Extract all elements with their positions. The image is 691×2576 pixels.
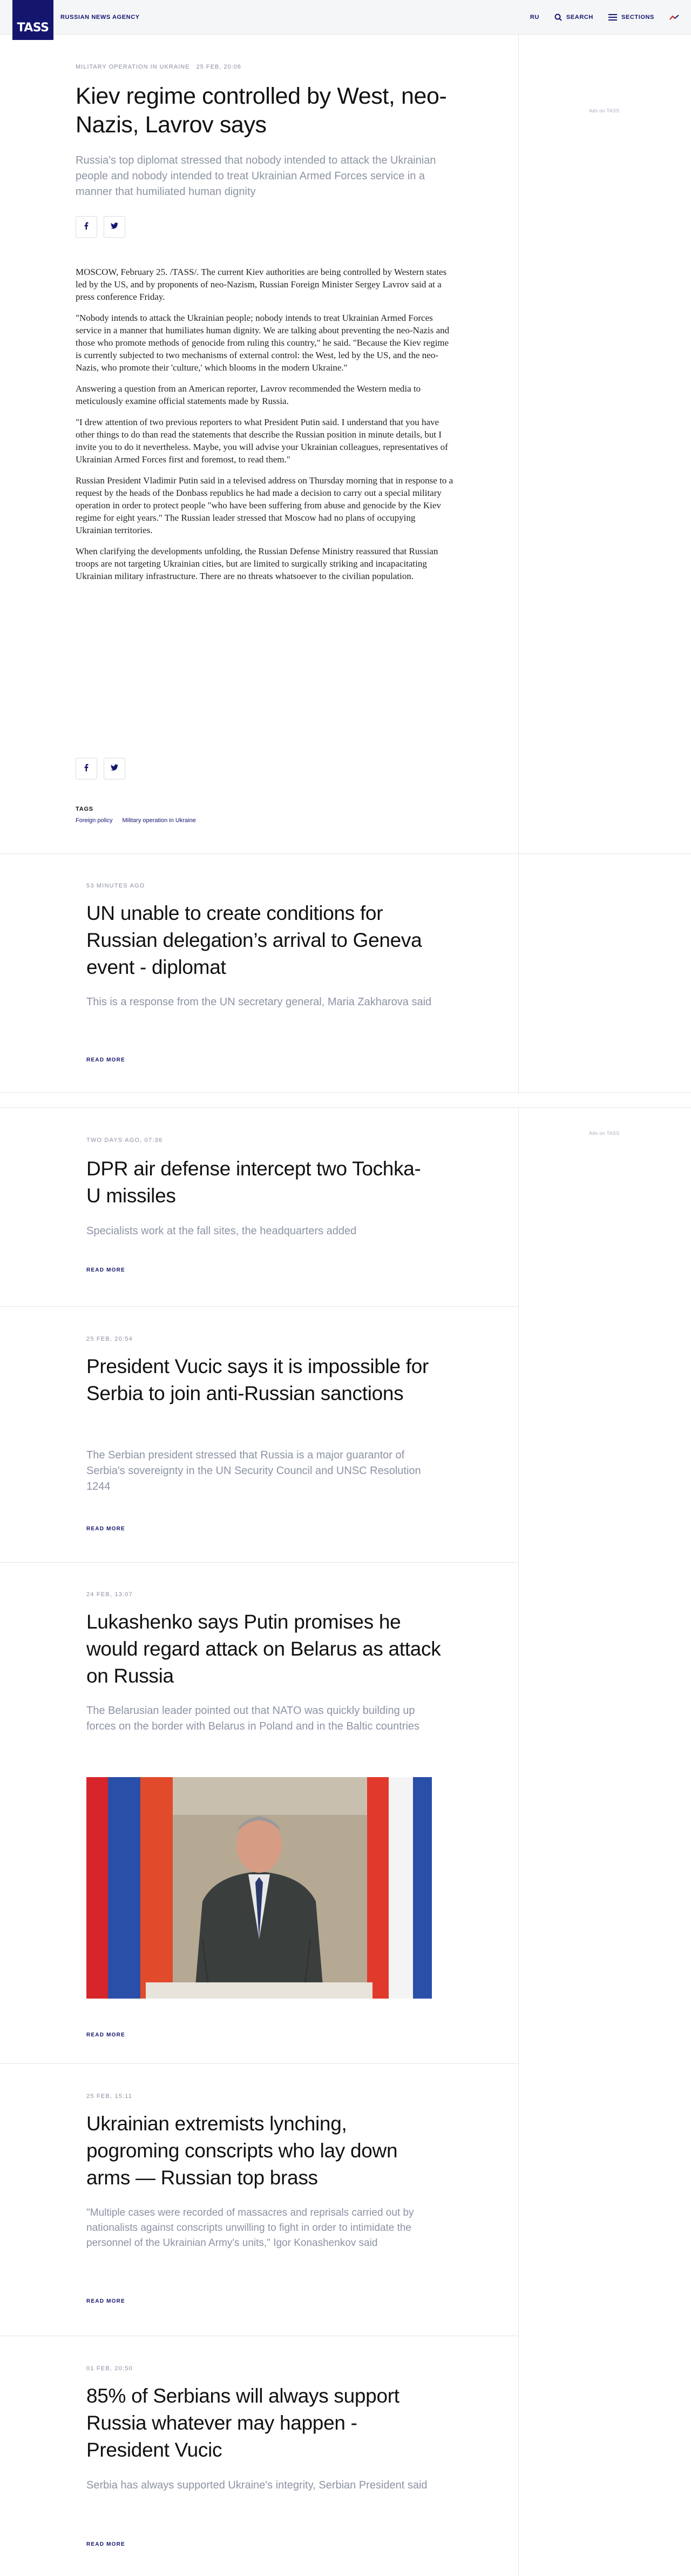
tass-logo[interactable]: TASS: [12, 0, 53, 40]
article-category[interactable]: MILITARY OPERATION IN UKRAINE: [76, 64, 190, 70]
podium-speaker-image: [86, 1777, 432, 1999]
article-body: MOSCOW, February 25. /TASS/. The current…: [76, 266, 453, 591]
news-date: 53 MINUTES AGO: [86, 883, 145, 889]
news-date: 25 FEB, 15:11: [86, 2093, 133, 2100]
news-lead: Serbia has always supported Ukraine's in…: [86, 2479, 428, 2491]
article-lead: Russia's top diplomat stressed that nobo…: [76, 154, 436, 198]
read-more-link[interactable]: READ MORE: [86, 2541, 125, 2547]
twitter-icon: [111, 764, 118, 774]
read-more-link[interactable]: READ MORE: [86, 2298, 125, 2304]
news-photo[interactable]: [86, 1777, 432, 1999]
news-lead: "Multiple cases were recorded of massacr…: [86, 2207, 414, 2249]
news-title[interactable]: Lukashenko says Putin promises he would …: [86, 1609, 443, 1690]
ad-label: Ads on TASS: [589, 108, 620, 113]
read-more-link[interactable]: READ MORE: [86, 1057, 125, 1063]
facebook-icon: [84, 763, 89, 774]
section-divider: [0, 1092, 691, 1093]
article-meta: MILITARY OPERATION IN UKRAINE 25 FEB, 20:…: [76, 64, 241, 70]
right-column-divider: [518, 1107, 519, 2576]
tag-link[interactable]: Military operation in Ukraine: [122, 817, 195, 824]
news-date: 25 FEB, 20:54: [86, 1336, 133, 1342]
article-paragraph: Answering a question from an American re…: [76, 384, 421, 406]
search-button[interactable]: SEARCH: [554, 14, 593, 21]
header-actions: RU SEARCH SECTIONS: [530, 11, 679, 24]
news-title[interactable]: President Vucic says it is impossible fo…: [86, 1353, 432, 1407]
share-facebook-button[interactable]: [76, 216, 97, 238]
news-title[interactable]: Ukrainian extremists lynching, pogroming…: [86, 2110, 421, 2191]
twitter-icon: [111, 222, 118, 232]
news-lead: The Belarusian leader pointed out that N…: [86, 1705, 420, 1732]
news-lead: The Serbian president stressed that Russ…: [86, 1449, 421, 1492]
search-icon: [554, 14, 562, 21]
article-title: Kiev regime controlled by West, neo-Nazi…: [76, 83, 447, 138]
share-twitter-button[interactable]: [104, 758, 125, 779]
share-facebook-button[interactable]: [76, 758, 97, 779]
share-buttons-top: [76, 216, 125, 238]
news-title[interactable]: 85% of Serbians will always support Russ…: [86, 2383, 421, 2464]
news-title[interactable]: UN unable to create conditions for Russi…: [86, 900, 443, 981]
site-header: TASS RUSSIAN NEWS AGENCY RU SEARCH SECTI…: [0, 0, 691, 40]
tag-link[interactable]: Foreign policy: [76, 817, 112, 824]
news-date: 24 FEB, 13:07: [86, 1591, 133, 1598]
sections-button[interactable]: SECTIONS: [608, 14, 654, 21]
search-label: SEARCH: [566, 14, 593, 21]
section-divider: [0, 1306, 518, 1307]
article-paragraph: Russian President Vladimir Putin said in…: [76, 475, 453, 535]
read-more-link[interactable]: READ MORE: [86, 1526, 125, 1532]
article-paragraph: "Nobody intends to attack the Ukrainian …: [76, 313, 450, 373]
ad-label: Ads on TASS: [589, 1131, 620, 1136]
article-paragraph: "I drew attention of two previous report…: [76, 417, 448, 465]
chart-button[interactable]: [669, 14, 679, 21]
section-divider: [0, 2063, 518, 2064]
news-lead: Specialists work at the fall sites, the …: [86, 1225, 357, 1237]
section-divider: [0, 853, 691, 854]
news-date: TWO DAYS AGO, 07:36: [86, 1137, 163, 1144]
language-switch[interactable]: RU: [530, 14, 539, 21]
sections-label: SECTIONS: [621, 14, 654, 21]
tags-title: TAGS: [76, 806, 93, 812]
article-paragraph: MOSCOW, February 25. /TASS/. The current…: [76, 267, 447, 302]
article-date: 25 FEB, 20:06: [196, 64, 241, 70]
menu-icon: [608, 14, 617, 21]
news-lead: This is a response from the UN secretary…: [86, 996, 432, 1008]
read-more-link[interactable]: READ MORE: [86, 2032, 125, 2038]
news-date: 01 FEB, 20:50: [86, 2365, 133, 2372]
read-more-link[interactable]: READ MORE: [86, 1267, 125, 1273]
news-title[interactable]: DPR air defense intercept two Tochka-U m…: [86, 1155, 432, 1209]
section-divider: [0, 1107, 691, 1108]
article-paragraph: When clarifying the developments unfoldi…: [76, 546, 438, 581]
share-buttons-bottom: [76, 758, 125, 779]
section-divider: [0, 1562, 518, 1563]
tags-list: Foreign policy Military operation in Ukr…: [76, 817, 196, 824]
agency-name: RUSSIAN NEWS AGENCY: [60, 14, 140, 21]
right-column-divider: [518, 35, 519, 1093]
share-twitter-button[interactable]: [104, 216, 125, 238]
trend-icon: [669, 14, 679, 21]
facebook-icon: [84, 221, 89, 232]
